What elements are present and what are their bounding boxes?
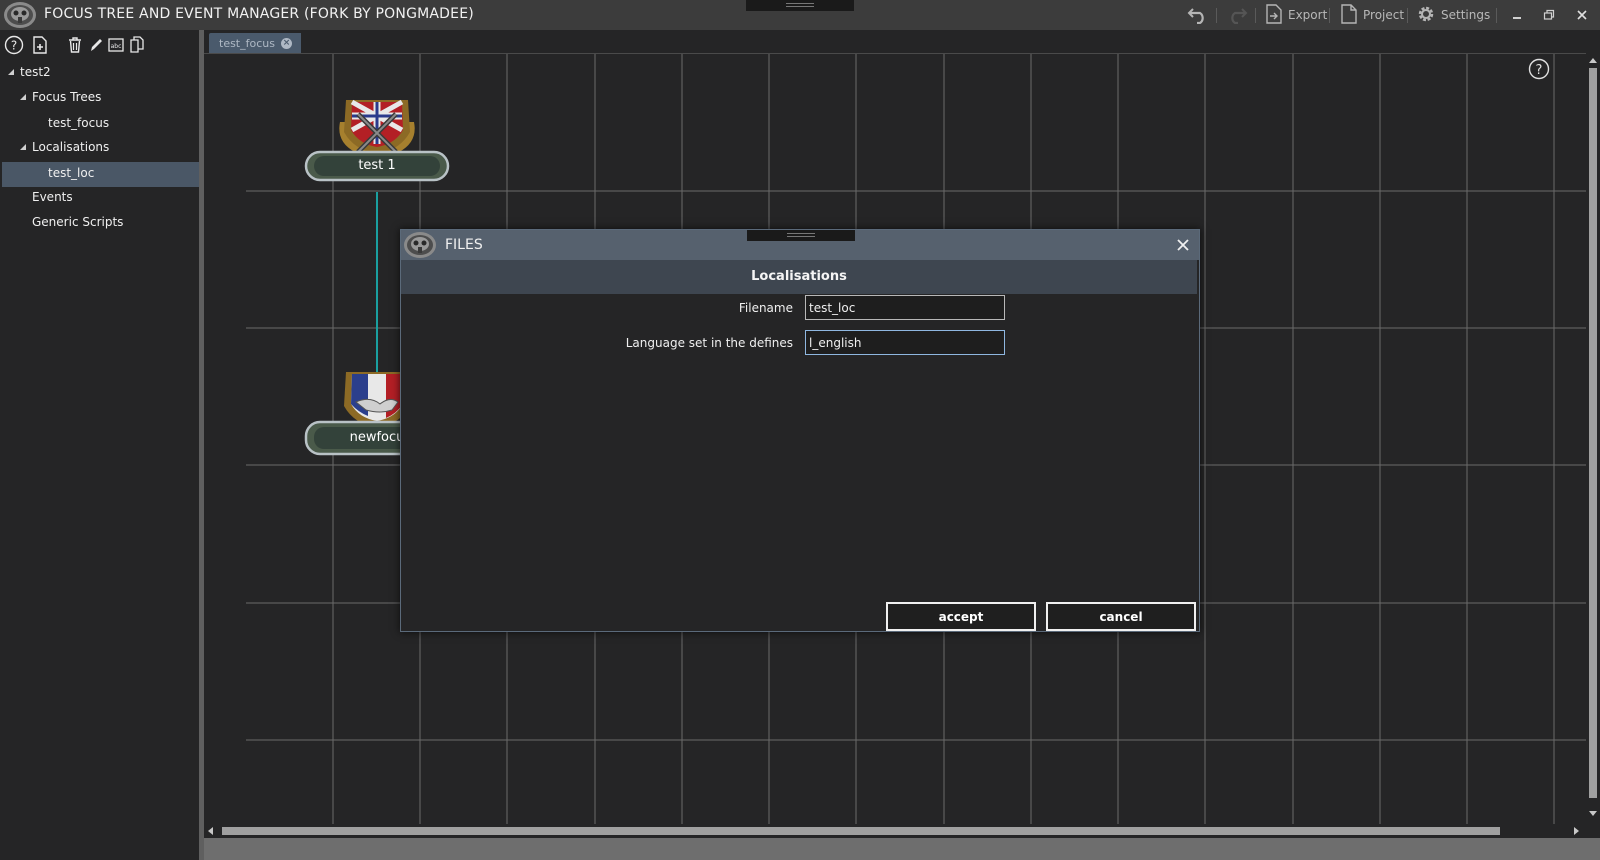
svg-text:?: ? xyxy=(11,39,17,53)
dialog-section-header: Localisations xyxy=(401,260,1197,294)
focus-label: test 1 xyxy=(358,158,396,173)
tree-node-test-focus[interactable]: test_focus xyxy=(48,110,109,135)
gear-icon xyxy=(1416,4,1436,27)
horizontal-scrollbar[interactable] xyxy=(204,824,1586,838)
project-label: Project xyxy=(1363,8,1405,22)
cancel-button[interactable]: cancel xyxy=(1046,602,1196,631)
export-label: Export xyxy=(1288,8,1328,22)
close-window-button[interactable] xyxy=(1572,5,1592,25)
language-field[interactable] xyxy=(805,330,1005,355)
tree-node-focus-trees[interactable]: Focus Trees xyxy=(20,84,101,109)
restore-icon xyxy=(1543,9,1555,20)
tab-test-focus[interactable]: test_focus × xyxy=(209,33,301,54)
close-icon xyxy=(1177,239,1189,251)
help-icon[interactable]: ? xyxy=(4,34,24,56)
minimize-button[interactable] xyxy=(1507,5,1527,25)
delete-icon[interactable] xyxy=(65,34,85,56)
document-tab-strip: test_focus × xyxy=(204,30,1600,54)
redo-button[interactable] xyxy=(1226,4,1248,26)
duplicate-icon[interactable] xyxy=(127,34,147,56)
tree-label: test2 xyxy=(20,64,51,79)
localisation-icon[interactable]: abc xyxy=(106,34,126,56)
scroll-right-arrow-icon[interactable] xyxy=(1574,827,1579,835)
horizontal-scroll-thumb[interactable] xyxy=(222,827,1500,835)
project-explorer-panel: ? abc test2 Focus Trees test_focus Local… xyxy=(0,30,201,860)
filename-label: Filename xyxy=(738,301,793,315)
tree-node-project-root[interactable]: test2 xyxy=(8,59,51,84)
close-icon xyxy=(1577,10,1587,20)
tree-label: test_loc xyxy=(48,165,95,180)
restore-button[interactable] xyxy=(1539,5,1559,25)
expanded-arrow-icon[interactable] xyxy=(20,143,26,150)
scroll-down-arrow-icon[interactable] xyxy=(1589,811,1597,816)
language-label: Language set in the defines xyxy=(625,336,793,350)
tree-label: test_focus xyxy=(48,115,110,130)
app-title: FOCUS TREE AND EVENT MANAGER (FORK BY PO… xyxy=(44,6,474,22)
british-crossed-rifles-icon xyxy=(304,99,450,182)
dialog-drag-handle[interactable] xyxy=(747,230,855,241)
status-bar xyxy=(204,838,1600,860)
canvas-help-icon[interactable]: ? xyxy=(1528,58,1550,80)
tree-label: Events xyxy=(32,189,73,204)
tree-node-test-loc[interactable]: test_loc xyxy=(48,160,94,185)
dialog-close-button[interactable] xyxy=(1175,237,1191,253)
scroll-up-arrow-icon[interactable] xyxy=(1589,58,1597,63)
tree-label: Generic Scripts xyxy=(32,214,124,229)
edit-icon[interactable] xyxy=(86,34,106,56)
project-button[interactable]: Project xyxy=(1340,3,1405,27)
filename-field[interactable] xyxy=(805,295,1005,320)
undo-icon xyxy=(1187,4,1209,27)
export-icon xyxy=(1265,3,1283,27)
focus-node-test-1[interactable]: test 1 xyxy=(300,92,454,188)
tree-label: Localisations xyxy=(32,139,110,154)
tree-label: Focus Trees xyxy=(32,89,102,104)
dialog-title: FILES xyxy=(445,237,483,253)
redo-icon xyxy=(1226,4,1248,27)
new-file-icon[interactable] xyxy=(30,34,50,56)
explorer-toolbar: ? abc xyxy=(0,32,201,58)
window-drag-handle[interactable] xyxy=(746,0,854,11)
scroll-left-arrow-icon[interactable] xyxy=(208,827,213,835)
tab-label: test_focus xyxy=(219,37,275,50)
vertical-scrollbar[interactable] xyxy=(1586,54,1600,824)
tree-node-localisations[interactable]: Localisations xyxy=(20,134,109,159)
gasmask-emblem-icon xyxy=(3,1,37,29)
tab-close-icon[interactable]: × xyxy=(280,38,292,49)
project-icon xyxy=(1340,3,1358,27)
svg-text:?: ? xyxy=(1536,63,1543,78)
vertical-scroll-thumb[interactable] xyxy=(1589,68,1597,798)
gasmask-emblem-icon xyxy=(403,230,437,260)
expanded-arrow-icon[interactable] xyxy=(20,93,26,100)
title-bar[interactable]: FOCUS TREE AND EVENT MANAGER (FORK BY PO… xyxy=(0,0,1600,30)
dialog-heading: Localisations xyxy=(751,269,847,284)
minimize-icon xyxy=(1513,17,1521,19)
undo-button[interactable] xyxy=(1187,4,1209,26)
export-button[interactable]: Export xyxy=(1265,3,1328,27)
tree-node-events[interactable]: Events xyxy=(32,184,73,209)
svg-text:abc: abc xyxy=(111,43,122,50)
dialog-title-bar[interactable]: FILES xyxy=(401,230,1199,260)
settings-button[interactable]: Settings xyxy=(1416,4,1490,26)
accept-button[interactable]: accept xyxy=(886,602,1036,631)
files-dialog: FILES Localisations Filename Language se… xyxy=(400,229,1200,632)
settings-label: Settings xyxy=(1441,8,1491,22)
tree-node-generic-scripts[interactable]: Generic Scripts xyxy=(32,209,123,234)
expanded-arrow-icon[interactable] xyxy=(8,68,14,75)
